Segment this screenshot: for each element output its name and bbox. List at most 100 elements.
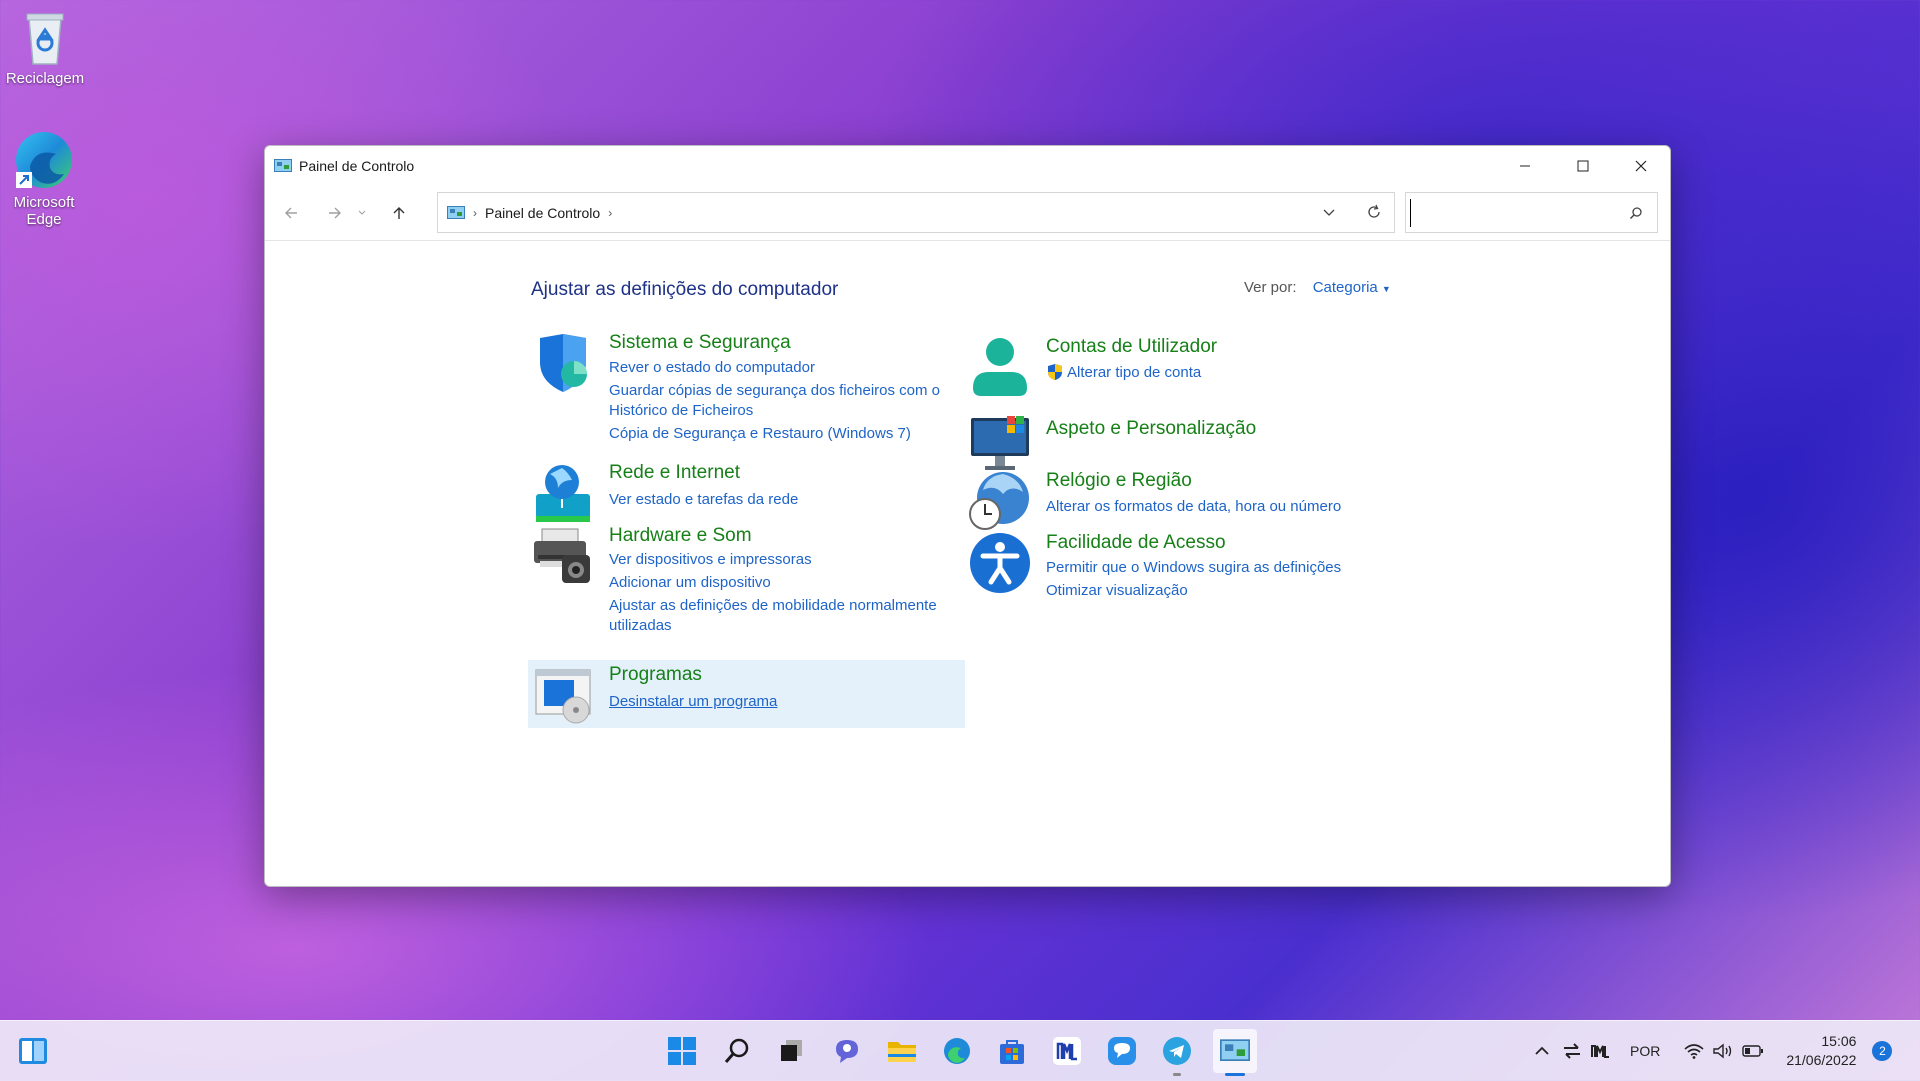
chat-icon xyxy=(836,1040,858,1063)
category-title[interactable]: Relógio e Região xyxy=(1046,470,1192,492)
link-network-status[interactable]: Ver estado e tarefas da rede xyxy=(609,490,798,510)
desktop-icon-recycle-bin[interactable]: Reciclagem xyxy=(0,8,90,87)
task-view-icon xyxy=(781,1040,802,1061)
edge-button[interactable] xyxy=(938,1032,976,1070)
battery-icon[interactable] xyxy=(1742,1044,1764,1058)
link-backup-file-history-cont[interactable]: Histórico de Ficheiros xyxy=(609,401,753,421)
globe-network-icon xyxy=(536,465,590,522)
link-devices-printers[interactable]: Ver dispositivos e impressoras xyxy=(609,550,812,570)
refresh-icon xyxy=(1368,204,1380,218)
title-bar[interactable]: Painel de Controlo xyxy=(265,146,1670,186)
link-date-formats[interactable]: Alterar os formatos de data, hora ou núm… xyxy=(1046,497,1341,517)
chat-button[interactable] xyxy=(828,1032,866,1070)
clock[interactable]: 15:06 21/06/2022 xyxy=(1786,1032,1856,1070)
search-icon xyxy=(724,1038,749,1063)
arrow-right-icon xyxy=(329,207,341,219)
category-title[interactable]: Sistema e Segurança xyxy=(609,332,791,354)
uac-shield-icon xyxy=(1048,364,1062,380)
app-icon xyxy=(1053,1037,1081,1065)
task-view-button[interactable] xyxy=(773,1032,811,1070)
volume-icon[interactable] xyxy=(1712,1043,1734,1059)
back-button[interactable] xyxy=(273,195,309,231)
up-button[interactable] xyxy=(381,195,417,231)
category-title[interactable]: Aspeto e Personalização xyxy=(1046,418,1256,440)
edge-icon xyxy=(944,1038,970,1064)
system-tray: POR 15:06 21/06/2022 2 xyxy=(1530,1021,1893,1081)
view-by-value: Categoria xyxy=(1312,279,1378,296)
start-button[interactable] xyxy=(663,1032,701,1070)
search-input[interactable] xyxy=(1410,199,1615,227)
navigation-bar: › Painel de Controlo › xyxy=(265,186,1670,241)
page-title: Ajustar as definições do computador xyxy=(531,279,839,300)
telegram-icon xyxy=(1163,1037,1191,1065)
maximize-icon xyxy=(1577,160,1589,172)
file-explorer-icon xyxy=(888,1042,916,1062)
link-add-device[interactable]: Adicionar um dispositivo xyxy=(609,573,771,593)
app-button[interactable] xyxy=(1048,1032,1086,1070)
monitor-icon xyxy=(971,416,1029,470)
category-title[interactable]: Facilidade de Acesso xyxy=(1046,532,1226,554)
close-icon xyxy=(1635,160,1647,172)
control-panel-window: Painel de Controlo › Painel de Controlo … xyxy=(264,145,1671,887)
programs-icon xyxy=(535,669,591,724)
messenger-button[interactable] xyxy=(1103,1032,1141,1070)
maximize-button[interactable] xyxy=(1554,146,1612,186)
telegram-button[interactable] xyxy=(1158,1032,1196,1070)
chevron-right-icon: › xyxy=(473,205,477,220)
running-app-indicator xyxy=(1173,1073,1181,1076)
link-suggest-settings[interactable]: Permitir que o Windows sugira as definiç… xyxy=(1046,558,1341,578)
language-indicator[interactable]: POR xyxy=(1630,1043,1660,1059)
link-review-computer-status[interactable]: Rever o estado do computador xyxy=(609,358,815,378)
printer-icon xyxy=(534,528,590,583)
category-title[interactable]: Hardware e Som xyxy=(609,525,752,547)
category-title[interactable]: Rede e Internet xyxy=(609,462,740,484)
link-change-account-type[interactable]: Alterar tipo de conta xyxy=(1067,363,1201,383)
clock-date: 21/06/2022 xyxy=(1786,1052,1857,1068)
chevron-up-icon[interactable] xyxy=(1530,1045,1554,1057)
link-backup-restore[interactable]: Cópia de Segurança e Restauro (Windows 7… xyxy=(609,424,911,444)
breadcrumb-control-panel[interactable]: Painel de Controlo xyxy=(485,205,600,221)
address-dropdown-button[interactable] xyxy=(1322,205,1336,224)
minimize-button[interactable] xyxy=(1496,146,1554,186)
taskbar: POR 15:06 21/06/2022 2 xyxy=(0,1020,1920,1081)
file-explorer-button[interactable] xyxy=(883,1032,921,1070)
search-icon xyxy=(1629,207,1642,220)
app-tray-icon[interactable] xyxy=(1588,1044,1612,1058)
category-title[interactable]: Programas xyxy=(609,664,702,686)
recent-locations-button[interactable] xyxy=(351,195,373,231)
close-button[interactable] xyxy=(1612,146,1670,186)
search-button[interactable] xyxy=(718,1032,756,1070)
chevron-down-icon xyxy=(358,210,366,215)
control-panel-icon xyxy=(274,159,292,172)
forward-button[interactable] xyxy=(317,195,353,231)
control-panel-button[interactable] xyxy=(1213,1029,1257,1073)
category-title[interactable]: Contas de Utilizador xyxy=(1046,336,1217,358)
desktop-icon-label: Reciclagem xyxy=(5,70,85,87)
view-by: Ver por: Categoria ▼ xyxy=(1244,279,1391,296)
widgets-icon xyxy=(19,1038,47,1064)
link-optimize-display[interactable]: Otimizar visualização xyxy=(1046,581,1188,601)
search-box[interactable] xyxy=(1405,192,1658,233)
chevron-right-icon[interactable]: › xyxy=(608,206,612,220)
address-bar[interactable]: › Painel de Controlo › xyxy=(437,192,1395,233)
desktop-icon-edge[interactable]: Microsoft Edge xyxy=(0,128,88,228)
refresh-button[interactable] xyxy=(1366,204,1382,225)
widgets-button[interactable] xyxy=(14,1032,52,1070)
window-title: Painel de Controlo xyxy=(299,158,415,174)
start-icon xyxy=(668,1037,696,1065)
link-uninstall-program[interactable]: Desinstalar um programa xyxy=(609,692,777,712)
arrow-left-icon xyxy=(285,207,297,219)
link-mobility-settings[interactable]: Ajustar as definições de mobilidade norm… xyxy=(609,596,937,616)
content-area: Ajustar as definições do computador Ver … xyxy=(265,252,1670,886)
desktop-icon-label: Microsoft Edge xyxy=(13,194,75,228)
store-button[interactable] xyxy=(993,1032,1031,1070)
view-by-dropdown[interactable]: Categoria ▼ xyxy=(1313,279,1391,296)
network-sync-icon[interactable] xyxy=(1560,1043,1584,1059)
link-backup-file-history[interactable]: Guardar cópias de segurança dos ficheiro… xyxy=(609,381,940,401)
wifi-icon[interactable] xyxy=(1684,1043,1704,1059)
link-mobility-settings-cont[interactable]: utilizadas xyxy=(609,616,672,636)
recycle-bin-icon xyxy=(26,13,64,65)
active-app-indicator xyxy=(1225,1073,1245,1076)
notification-badge[interactable]: 2 xyxy=(1872,1041,1893,1061)
control-panel-icon xyxy=(447,205,465,219)
